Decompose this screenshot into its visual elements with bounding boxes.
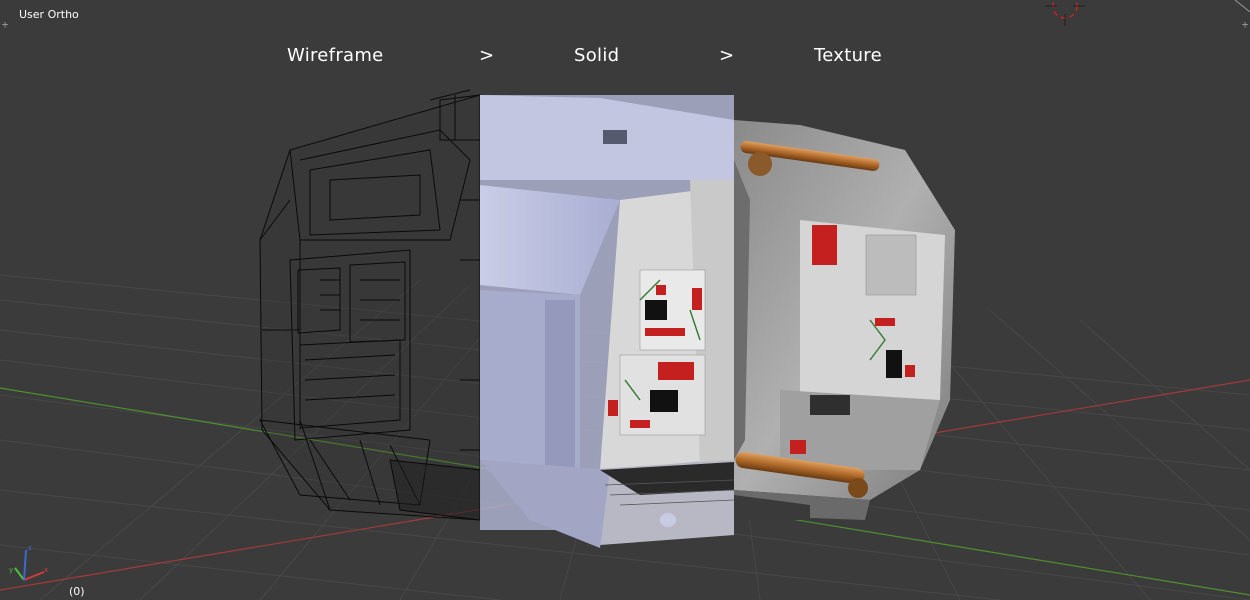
textured-model[interactable] [734, 120, 955, 520]
wireframe-model[interactable] [259, 89, 481, 521]
frame-indicator: (0) [69, 585, 85, 598]
solid-model[interactable] [480, 95, 735, 548]
axis-gizmo [14, 549, 45, 581]
3d-cursor-icon[interactable] [1045, 0, 1085, 26]
wireframe-stage-label: Wireframe [287, 45, 384, 66]
arrow-separator: > [479, 45, 495, 66]
gizmo-y-label: y [9, 566, 14, 574]
view-label: User Ortho [19, 8, 79, 21]
gizmo-z-label: z [28, 544, 32, 552]
texture-stage-label: Texture [814, 45, 882, 66]
arrow-separator: > [719, 45, 735, 66]
3d-viewport[interactable]: + + User Ortho Wireframe > Solid > Textu… [0, 0, 1250, 600]
solid-stage-label: Solid [574, 45, 620, 66]
gizmo-x-label: x [44, 566, 49, 574]
corner-edge [1234, 0, 1250, 13]
plus-handle-icon[interactable]: + [0, 19, 10, 30]
plus-handle-icon[interactable]: + [1240, 19, 1250, 30]
